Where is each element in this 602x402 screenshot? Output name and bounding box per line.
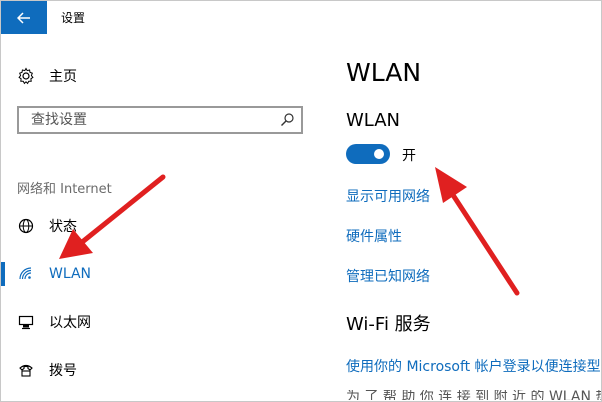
page-title: WLAN	[346, 58, 422, 87]
back-button[interactable]	[1, 1, 47, 34]
home-nav-item[interactable]: 主页	[17, 64, 77, 88]
search-box[interactable]	[17, 106, 303, 134]
sidebar-item-label: 状态	[49, 219, 77, 235]
sidebar: 主页 网络和 Internet 状态	[1, 34, 321, 401]
title-bar: 设置	[1, 1, 601, 34]
sidebar-item-ethernet[interactable]: 以太网	[1, 306, 301, 338]
ethernet-icon	[17, 313, 35, 331]
active-indicator	[1, 262, 5, 286]
main-content: WLAN WLAN 开 显示可用网络 硬件属性 管理已知网络 Wi-Fi 服务 …	[346, 34, 601, 401]
wifi-services-title: Wi-Fi 服务	[346, 314, 431, 335]
sidebar-item-wlan[interactable]: WLAN	[1, 258, 301, 290]
home-label: 主页	[49, 69, 77, 85]
microsoft-account-link[interactable]: 使用你的 Microsoft 帐户登录以便连接型	[346, 356, 601, 376]
sidebar-item-status[interactable]: 状态	[1, 210, 301, 242]
sidebar-item-label: 以太网	[49, 315, 91, 331]
hardware-properties-link[interactable]: 硬件属性	[346, 226, 402, 246]
sidebar-item-label: WLAN	[49, 266, 92, 282]
dialup-icon	[17, 361, 35, 379]
sidebar-item-dialup[interactable]: 拨号	[1, 354, 301, 386]
manage-known-networks-link[interactable]: 管理已知网络	[346, 266, 430, 286]
gear-icon	[18, 67, 34, 85]
section-title: 网络和 Internet	[17, 182, 112, 197]
window-title: 设置	[61, 11, 86, 25]
truncated-description: 为 了 帮 助 你 连 接 到 附 近 的 WLAN 热 点	[346, 390, 602, 400]
globe-icon	[17, 217, 35, 235]
wlan-toggle[interactable]	[346, 144, 390, 164]
sidebar-item-label: 拨号	[49, 363, 77, 379]
back-arrow-icon	[17, 11, 30, 24]
wlan-section-title: WLAN	[346, 110, 401, 131]
show-available-networks-link[interactable]: 显示可用网络	[346, 186, 430, 206]
settings-window: 设置 主页 网络和 Internet	[0, 0, 602, 402]
search-icon[interactable]	[279, 112, 295, 128]
wifi-icon	[17, 265, 35, 283]
toggle-state-label: 开	[402, 148, 416, 164]
toggle-knob	[374, 149, 384, 159]
search-input[interactable]	[29, 111, 273, 129]
